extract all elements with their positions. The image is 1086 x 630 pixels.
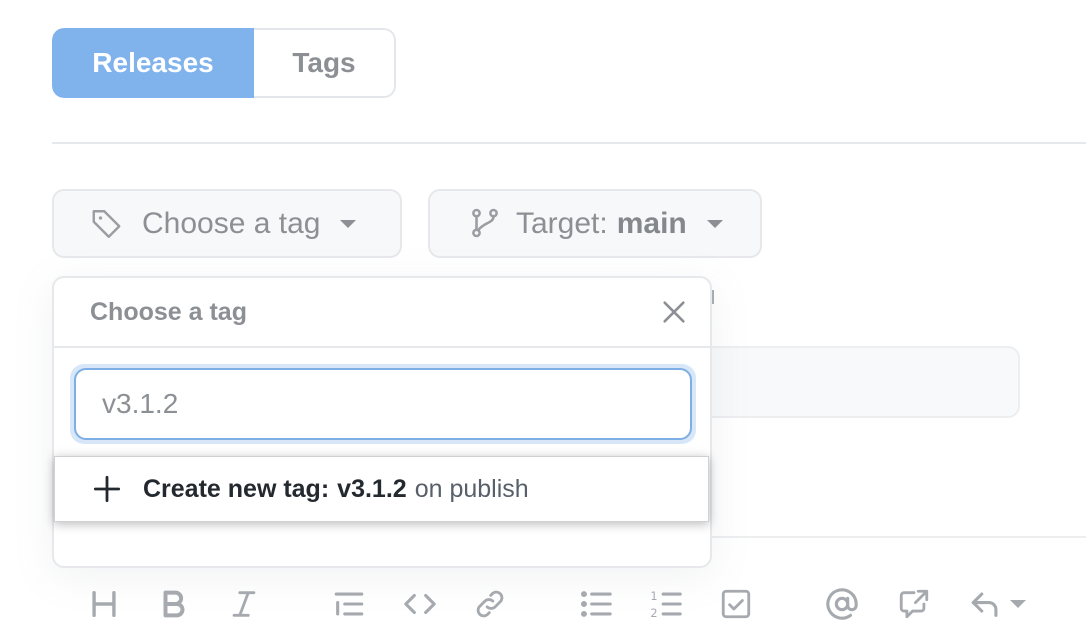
tasklist-icon (721, 589, 751, 619)
list-ordered-icon: 12 (650, 589, 682, 620)
tab-releases[interactable]: Releases (52, 28, 254, 98)
releases-tags-switch: Releases Tags (52, 28, 396, 98)
caret-down-icon (340, 219, 357, 228)
target-prefix: Target: (516, 206, 608, 240)
svg-text:2: 2 (650, 606, 657, 620)
mention-icon (826, 588, 858, 620)
choose-tag-popover: Choose a tag (52, 276, 712, 568)
svg-text:1: 1 (650, 589, 657, 603)
italic-icon (232, 591, 256, 617)
unordered-list-button[interactable] (576, 584, 616, 624)
link-icon (476, 590, 504, 618)
ordered-list-button[interactable]: 12 (646, 584, 686, 624)
link-button[interactable] (470, 584, 510, 624)
create-tag-label: Create new tag: (143, 474, 330, 503)
tag-filter-focus-ring (70, 364, 696, 444)
popover-title: Choose a tag (90, 298, 247, 326)
reply-icon (971, 592, 998, 617)
quote-icon (334, 592, 364, 616)
plus-icon (93, 475, 121, 503)
editor-divider (710, 536, 1086, 538)
caret-down-icon (706, 219, 723, 228)
tab-tags[interactable]: Tags (254, 28, 396, 98)
list-unordered-icon (580, 591, 612, 617)
tag-icon (90, 206, 126, 242)
cross-reference-icon (899, 589, 929, 619)
heading-button[interactable] (84, 584, 124, 624)
choose-tag-label: Choose a tag (142, 206, 321, 240)
divider (52, 142, 1086, 144)
code-icon (404, 593, 436, 615)
release-title-input[interactable] (700, 346, 1020, 418)
choose-tag-button[interactable]: Choose a tag (52, 189, 402, 258)
create-tag-name: v3.1.2 (337, 474, 407, 503)
bold-button[interactable] (154, 584, 194, 624)
create-new-tag-item[interactable]: Create new tag: v3.1.2 on publish (54, 456, 709, 522)
bold-icon (163, 590, 185, 618)
target-branch-button[interactable]: Target: main (428, 189, 762, 258)
cross-reference-button[interactable] (894, 584, 934, 624)
quote-button[interactable] (329, 584, 369, 624)
git-branch-icon (468, 206, 504, 242)
code-button[interactable] (400, 584, 440, 624)
popover-header: Choose a tag (54, 278, 710, 348)
target-branch-value: main (616, 206, 687, 240)
mention-button[interactable] (822, 584, 862, 624)
caret-down-icon[interactable] (1010, 600, 1026, 608)
saved-replies-button[interactable] (966, 584, 1006, 624)
create-tag-suffix: on publish (414, 474, 529, 503)
heading-icon (92, 590, 116, 618)
tag-filter-input[interactable] (74, 368, 692, 440)
task-list-button[interactable] (716, 584, 756, 624)
close-icon[interactable] (660, 298, 688, 326)
italic-button[interactable] (224, 584, 264, 624)
